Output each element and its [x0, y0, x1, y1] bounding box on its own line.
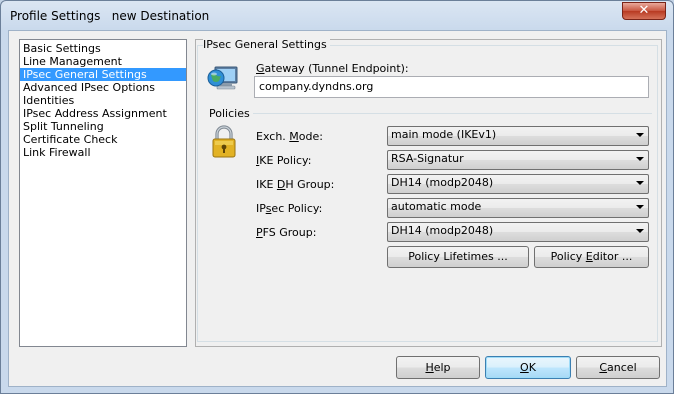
policy-lifetimes-button[interactable]: Policy Lifetimes ... — [387, 246, 529, 268]
ipsec-policy-select[interactable]: automatic mode — [387, 198, 649, 218]
ipsec-policy-value: automatic mode — [391, 200, 482, 213]
settings-category-list[interactable]: Basic Settings Line Management IPsec Gener… — [19, 39, 187, 347]
section-title: IPsec General Settings — [203, 38, 330, 51]
padlock-icon — [210, 124, 238, 160]
nav-item[interactable]: IPsec General Settings — [20, 68, 186, 81]
dialog-client-area: Basic Settings Line Management IPsec Gener… — [8, 30, 667, 387]
policy-editor-button[interactable]: Policy Editor ... — [534, 246, 649, 268]
close-icon: ✕ — [638, 3, 650, 18]
pfs-group-value: DH14 (modp2048) — [391, 224, 494, 237]
title-bar[interactable]: Profile Settings new Destination ✕ — [1, 1, 673, 31]
ike-dh-group-select[interactable]: DH14 (modp2048) — [387, 174, 649, 194]
nav-item[interactable]: Certificate Check — [20, 133, 186, 146]
exch-mode-label: Exch. Mode: — [256, 130, 323, 143]
policies-title: Policies — [209, 107, 253, 120]
computer-globe-icon — [206, 61, 240, 95]
nav-item[interactable]: Basic Settings — [20, 42, 186, 55]
gateway-input[interactable]: company.dyndns.org — [254, 76, 649, 98]
ike-dh-group-label: IKE DH Group: — [256, 178, 335, 191]
ok-button[interactable]: OK — [485, 356, 571, 379]
dropdown-arrow-icon — [636, 205, 644, 209]
nav-item[interactable]: Split Tunneling — [20, 120, 186, 133]
pfs-group-select[interactable]: DH14 (modp2048) — [387, 222, 649, 242]
nav-item[interactable]: Advanced IPsec Options — [20, 81, 186, 94]
window-title: Profile Settings new Destination — [10, 9, 210, 23]
nav-item[interactable]: Identities — [20, 94, 186, 107]
dropdown-arrow-icon — [636, 157, 644, 161]
cancel-button[interactable]: Cancel — [576, 356, 660, 379]
exch-mode-select[interactable]: main mode (IKEv1) — [387, 126, 649, 146]
gateway-label: Gateway (Tunnel Endpoint): — [256, 62, 409, 75]
ike-dh-group-value: DH14 (modp2048) — [391, 176, 494, 189]
dropdown-arrow-icon — [636, 133, 644, 137]
dropdown-arrow-icon — [636, 181, 644, 185]
nav-item[interactable]: Link Firewall — [20, 146, 186, 159]
nav-item[interactable]: IPsec Address Assignment — [20, 107, 186, 120]
ike-policy-label: IKE Policy: — [256, 154, 312, 167]
ipsec-policy-label: IPsec Policy: — [256, 202, 323, 215]
settings-panel: IPsec General Settings Gateway (Tunnel E… — [195, 38, 662, 347]
close-button[interactable]: ✕ — [622, 2, 666, 20]
pfs-group-label: PFS Group: — [256, 226, 317, 239]
dropdown-arrow-icon — [636, 229, 644, 233]
profile-settings-window: Profile Settings new Destination ✕ Basic… — [0, 0, 674, 394]
ike-policy-value: RSA-Signatur — [391, 152, 464, 165]
help-button[interactable]: Help — [396, 356, 480, 379]
exch-mode-value: main mode (IKEv1) — [391, 128, 497, 141]
nav-item[interactable]: Line Management — [20, 55, 186, 68]
policies-separator — [242, 113, 652, 114]
ike-policy-select[interactable]: RSA-Signatur — [387, 150, 649, 170]
